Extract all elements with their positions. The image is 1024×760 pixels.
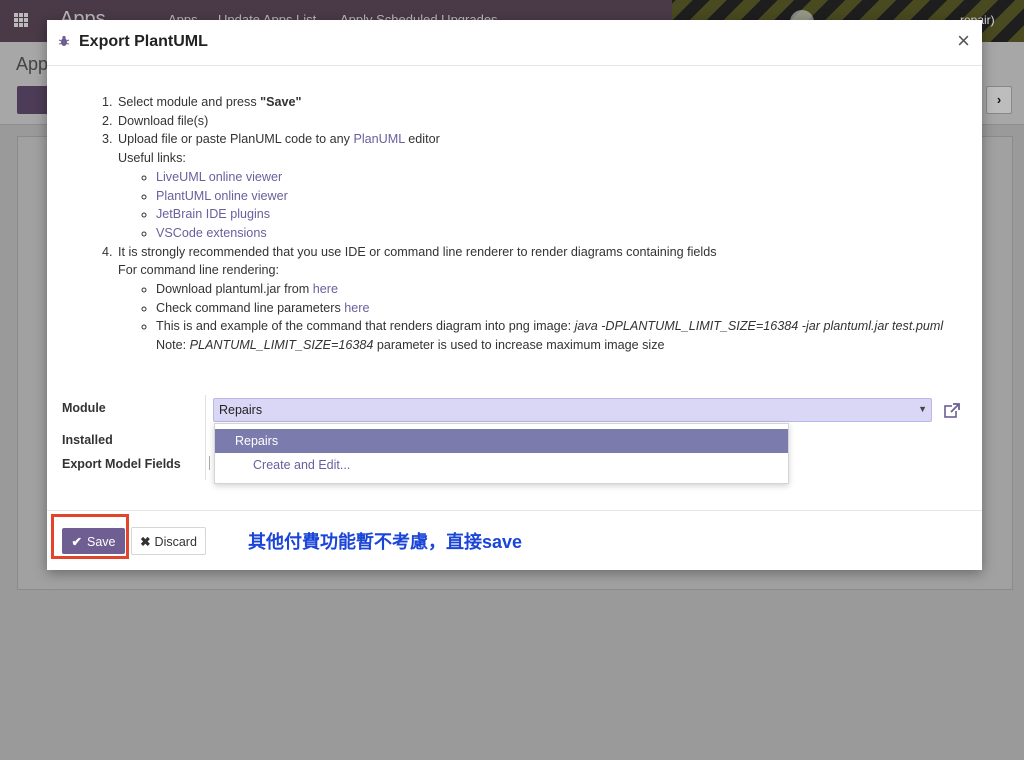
modal-header: Export PlantUML × [47,20,982,66]
useful-links-list: LiveUML online viewer PlantUML online vi… [118,168,959,243]
liveuml-link[interactable]: LiveUML online viewer [156,170,282,184]
installed-label: Installed [62,433,113,447]
cmd-list: Download plantuml.jar from here Check co… [118,280,959,355]
discard-button[interactable]: ✖ Discard [131,527,206,555]
module-dropdown: Repairs Create and Edit... [214,423,789,484]
export-model-fields-label: Export Model Fields [62,457,181,471]
module-label: Module [62,401,106,415]
module-input[interactable]: Repairs ▼ [213,398,932,422]
modal-title: Export PlantUML [79,33,208,50]
planuml-link[interactable]: PlanUML [353,132,404,146]
form-separator [205,395,206,480]
pager-next-button[interactable]: › [986,86,1012,114]
step-1: Select module and press "Save" [116,93,959,112]
jetbrain-plugins-link[interactable]: JetBrain IDE plugins [156,207,270,221]
plantuml-viewer-link[interactable]: PlantUML online viewer [156,189,288,203]
save-button[interactable]: ✔ Save [62,528,125,554]
vscode-extensions-link[interactable]: VSCode extensions [156,226,267,240]
background-primary-button[interactable] [17,86,49,114]
annotation-text: 其他付費功能暫不考慮，直接save [248,532,523,552]
apps-menu-icon[interactable] [14,13,28,27]
steps-list: Select module and press "Save" Download … [99,93,959,355]
external-link-icon[interactable] [943,402,961,420]
step-3: Upload file or paste PlanUML code to any… [116,130,959,242]
step-4: It is strongly recommended that you use … [116,243,959,355]
cmd-params-link[interactable]: here [344,301,369,315]
command-example: This is and example of the command that … [156,317,959,354]
dropdown-caret-icon[interactable]: ▼ [918,404,927,414]
useful-links-label: Useful links: [118,151,186,166]
close-icon[interactable]: × [957,28,970,54]
instructions: Select module and press "Save" Download … [99,93,959,355]
module-value: Repairs [219,403,263,417]
export-plantuml-dialog: Export PlantUML × Select module and pres… [47,20,982,570]
step-2: Download file(s) [116,112,959,131]
check-icon: ✔ [71,534,82,549]
bug-icon [58,35,70,46]
dropdown-option-repairs[interactable]: Repairs [215,429,788,453]
dropdown-create-and-edit[interactable]: Create and Edit... [215,453,788,477]
cmd-rendering-label: For command line rendering: [118,263,279,278]
download-jar-link[interactable]: here [313,282,338,296]
x-icon: ✖ [140,534,151,549]
